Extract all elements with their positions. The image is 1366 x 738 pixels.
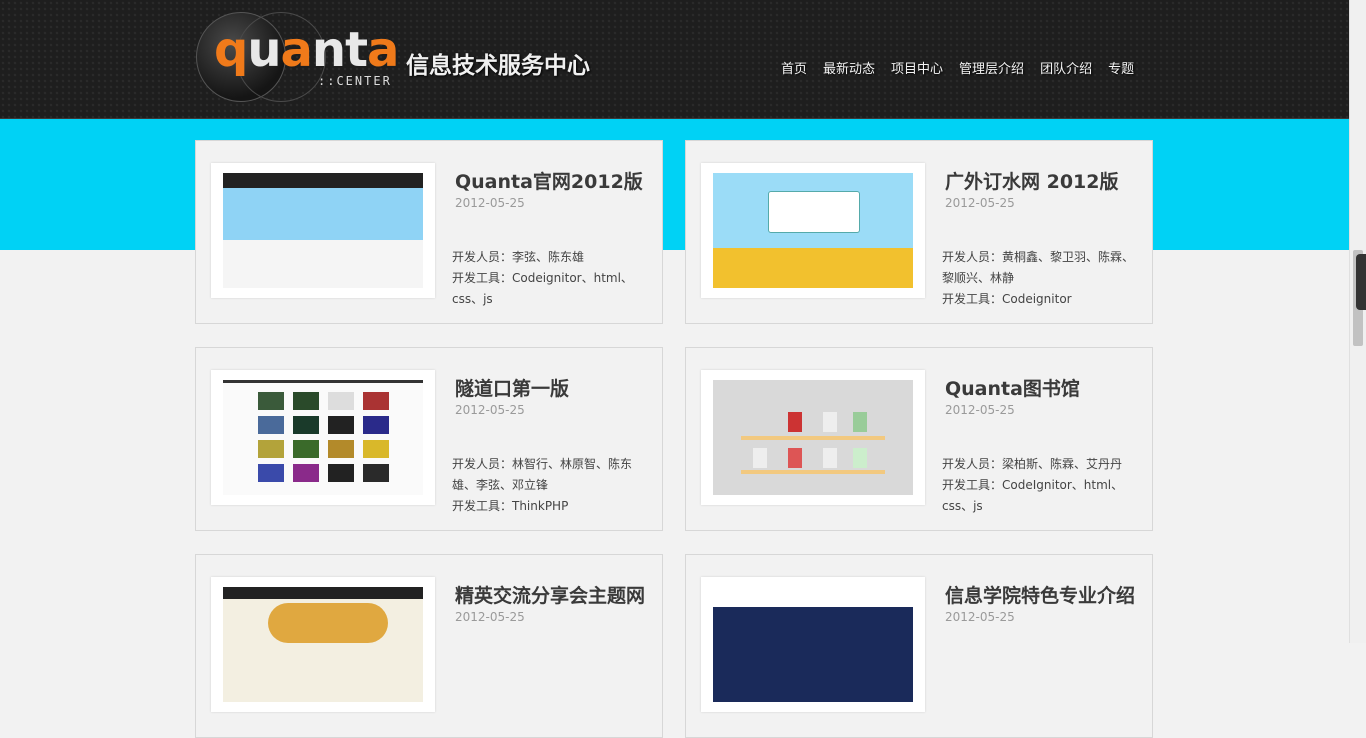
project-developers: 开发人员：林智行、林原智、陈东雄、李弦、邓立锋	[452, 457, 633, 492]
project-tools: 开发工具：Codeignitor	[942, 292, 1072, 306]
project-date: 2012-05-25	[945, 610, 1015, 624]
page-scrollbar[interactable]	[1349, 0, 1366, 643]
project-tools: 开发工具：CodeIgnitor、html、css、js	[942, 478, 1124, 513]
project-tools: 开发工具：ThinkPHP	[452, 499, 569, 513]
project-date: 2012-05-25	[945, 403, 1015, 417]
project-info: 开发人员：林智行、林原智、陈东雄、李弦、邓立锋 开发工具：ThinkPHP	[452, 454, 647, 517]
main-nav: 首页 最新动态 项目中心 管理层介绍 团队介绍 专题	[781, 58, 1150, 77]
site-header: quanta ::CENTER 信息技术服务中心 首页 最新动态 项目中心 管理…	[0, 0, 1366, 119]
project-card[interactable]: 广外订水网 2012版 2012-05-25 开发人员：黄桐鑫、黎卫羽、陈霖、黎…	[685, 140, 1153, 324]
project-card[interactable]: 隧道口第一版 2012-05-25 开发人员：林智行、林原智、陈东雄、李弦、邓立…	[195, 347, 663, 531]
project-card[interactable]: 精英交流分享会主题网 2012-05-25	[195, 554, 663, 738]
nav-management[interactable]: 管理层介绍	[959, 58, 1024, 77]
project-developers: 开发人员：梁柏斯、陈霖、艾丹丹	[942, 457, 1123, 471]
nav-news[interactable]: 最新动态	[823, 58, 875, 77]
project-date: 2012-05-25	[455, 403, 525, 417]
project-info: 开发人员：黄桐鑫、黎卫羽、陈霖、黎顺兴、林静 开发工具：Codeignitor	[942, 247, 1137, 310]
project-title[interactable]: 广外订水网 2012版	[945, 167, 1119, 194]
project-thumbnail[interactable]	[701, 163, 925, 298]
project-date: 2012-05-25	[455, 610, 525, 624]
project-developers: 开发人员：李弦、陈东雄	[452, 250, 585, 264]
thumbnail-image	[223, 380, 423, 495]
project-title[interactable]: Quanta官网2012版	[455, 167, 643, 194]
thumbnail-image	[713, 380, 913, 495]
project-thumbnail[interactable]	[701, 370, 925, 505]
project-developers: 开发人员：黄桐鑫、黎卫羽、陈霖、黎顺兴、林静	[942, 250, 1135, 285]
project-tools: 开发工具：Codeignitor、html、css、js	[452, 271, 633, 306]
project-title[interactable]: Quanta图书馆	[945, 374, 1080, 401]
project-date: 2012-05-25	[945, 196, 1015, 210]
logo-wordmark: quanta	[214, 22, 399, 78]
thumbnail-image	[713, 173, 913, 288]
nav-topics[interactable]: 专题	[1108, 58, 1134, 77]
project-card[interactable]: Quanta官网2012版 2012-05-25 开发人员：李弦、陈东雄 开发工…	[195, 140, 663, 324]
nav-home[interactable]: 首页	[781, 58, 807, 77]
thumbnail-image	[223, 587, 423, 702]
project-date: 2012-05-25	[455, 196, 525, 210]
logo-subtitle: ::CENTER	[318, 74, 392, 88]
site-logo[interactable]: quanta ::CENTER 信息技术服务中心	[196, 12, 606, 104]
project-info: 开发人员：李弦、陈东雄 开发工具：Codeignitor、html、css、js	[452, 247, 647, 310]
project-card[interactable]: Quanta图书馆 2012-05-25 开发人员：梁柏斯、陈霖、艾丹丹 开发工…	[685, 347, 1153, 531]
project-thumbnail[interactable]	[701, 577, 925, 712]
nav-projects[interactable]: 项目中心	[891, 58, 943, 77]
project-info: 开发人员：梁柏斯、陈霖、艾丹丹 开发工具：CodeIgnitor、html、cs…	[942, 454, 1137, 517]
project-thumbnail[interactable]	[211, 163, 435, 298]
project-card[interactable]: 信息学院特色专业介绍 2012-05-25	[685, 554, 1153, 738]
thumbnail-image	[223, 173, 423, 288]
project-title[interactable]: 精英交流分享会主题网	[455, 581, 645, 608]
project-title[interactable]: 隧道口第一版	[455, 374, 569, 401]
project-title[interactable]: 信息学院特色专业介绍	[945, 581, 1135, 608]
side-widget-tab[interactable]	[1356, 254, 1366, 310]
nav-team[interactable]: 团队介绍	[1040, 58, 1092, 77]
thumbnail-image	[713, 587, 913, 702]
logo-chinese-title: 信息技术服务中心	[406, 52, 590, 79]
project-thumbnail[interactable]	[211, 577, 435, 712]
project-thumbnail[interactable]	[211, 370, 435, 505]
